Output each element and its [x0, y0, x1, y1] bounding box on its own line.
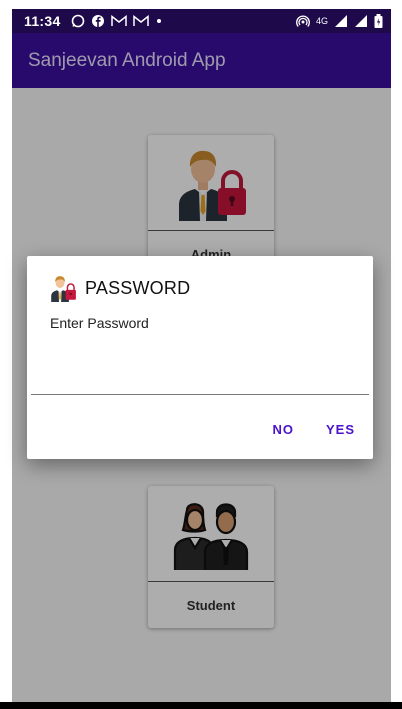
dialog-actions: NO YES [268, 418, 359, 441]
signal-icon [355, 15, 367, 27]
dot-icon [156, 19, 161, 23]
yes-button[interactable]: YES [322, 418, 359, 441]
admin-lock-icon [51, 276, 76, 302]
battery-icon [374, 14, 383, 28]
status-bar: 11:34 4G [12, 9, 391, 33]
gmail-icon [110, 15, 127, 26]
gmail-icon [132, 15, 149, 26]
navigation-bar [0, 702, 402, 709]
system-icons: 4G [296, 14, 383, 28]
notification-icons [71, 14, 163, 28]
password-dialog: PASSWORD Enter Password NO YES [27, 256, 373, 459]
hotspot-icon [296, 15, 310, 27]
4g-icon: 4G [315, 15, 328, 26]
dialog-message: Enter Password [50, 315, 149, 331]
signal-icon [335, 15, 347, 27]
status-time: 11:34 [24, 13, 61, 29]
password-input[interactable] [31, 369, 369, 395]
no-button[interactable]: NO [268, 418, 298, 441]
facebook-icon [91, 15, 104, 27]
whatsapp-icon [71, 14, 84, 28]
dialog-title: PASSWORD [85, 277, 191, 298]
dialog-header: PASSWORD [49, 274, 190, 302]
